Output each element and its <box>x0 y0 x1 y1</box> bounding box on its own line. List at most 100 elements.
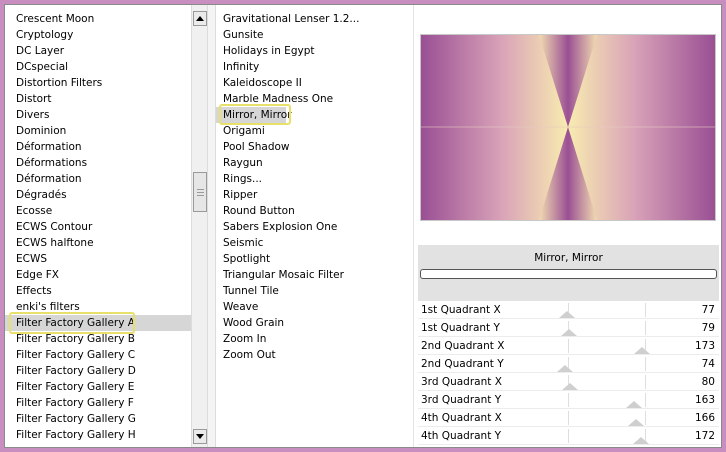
parameter-row: 3rd Quadrant Y 163 <box>418 391 719 409</box>
slider-tick <box>645 357 646 371</box>
filter-item[interactable]: Tunnel Tile <box>216 283 279 299</box>
category-item[interactable]: ECWS <box>5 251 191 267</box>
filter-item[interactable]: Holidays in Egypt <box>216 43 314 59</box>
scroll-down-arrow-icon <box>196 434 204 439</box>
slider-thumb[interactable] <box>625 401 642 408</box>
filter-item[interactable]: Spotlight <box>216 251 270 267</box>
filter-item[interactable]: Rings... <box>216 171 262 187</box>
category-item[interactable]: Filter Factory Gallery F <box>5 395 191 411</box>
category-list[interactable]: Crescent Moon Cryptology DC Layer DCspecial… <box>5 5 191 447</box>
parameter-value[interactable]: 77 <box>702 302 715 318</box>
filter-item[interactable]: Ripper <box>216 187 257 203</box>
slider-tick <box>568 411 569 425</box>
parameter-value[interactable]: 166 <box>695 410 715 426</box>
category-item[interactable]: Filter Factory Gallery H <box>5 427 191 443</box>
filter-list[interactable]: Gravitational Lenser 1.2... Gunsite Holida… <box>216 5 413 447</box>
slider-thumb[interactable] <box>561 329 578 336</box>
category-item[interactable]: ECWS halftone <box>5 235 191 251</box>
parameter-sliders: 1st Quadrant X 77 1st Quadrant Y 79 2nd Quad… <box>418 301 719 445</box>
parameter-row: 4th Quadrant Y 172 <box>418 427 719 445</box>
category-item[interactable]: enki's filters <box>5 299 191 315</box>
parameter-value[interactable]: 163 <box>695 392 715 408</box>
filter-item[interactable]: Wood Grain <box>216 315 284 331</box>
parameter-label: 1st Quadrant X <box>421 304 501 316</box>
category-item[interactable]: Filter Factory Gallery D <box>5 363 191 379</box>
parameter-value[interactable]: 74 <box>702 356 715 372</box>
category-item[interactable]: Effects <box>5 283 191 299</box>
category-item[interactable]: Dégradés <box>5 187 191 203</box>
category-item[interactable]: Filter Factory Gallery G <box>5 411 191 427</box>
parameter-value[interactable]: 80 <box>702 374 715 390</box>
category-item[interactable]: ECWS Contour <box>5 219 191 235</box>
category-item[interactable]: Déformation <box>5 139 191 155</box>
parameter-label: 4th Quadrant X <box>421 412 502 424</box>
parameter-label: 2nd Quadrant Y <box>421 358 504 370</box>
parameter-value[interactable]: 173 <box>695 338 715 354</box>
pane-splitter[interactable] <box>208 5 216 447</box>
category-item[interactable]: DCspecial <box>5 59 191 75</box>
divider <box>413 5 414 447</box>
scroll-down-button[interactable] <box>193 429 207 444</box>
filter-item[interactable]: Triangular Mosaic Filter <box>216 267 344 283</box>
parameter-row: 1st Quadrant X 77 <box>418 301 719 319</box>
parameter-label: 4th Quadrant Y <box>421 430 502 442</box>
slider-tick <box>568 393 569 407</box>
category-item[interactable]: Cryptology <box>5 27 191 43</box>
category-item[interactable]: Crescent Moon <box>5 11 191 27</box>
category-item[interactable]: DC Layer <box>5 43 191 59</box>
category-item[interactable]: Déformation <box>5 171 191 187</box>
slider-thumb[interactable] <box>632 437 649 444</box>
filter-item[interactable]: Gravitational Lenser 1.2... <box>216 11 359 27</box>
filter-item[interactable]: Mirror, Mirror <box>216 107 292 123</box>
filter-item[interactable]: Raygun <box>216 155 263 171</box>
filter-item[interactable]: Origami <box>216 123 265 139</box>
slider-tick <box>568 429 569 443</box>
parameter-label: 3rd Quadrant Y <box>421 394 502 406</box>
filter-dialog: Crescent Moon Cryptology DC Layer DCspecial… <box>4 4 722 448</box>
parameter-value[interactable]: 172 <box>695 428 715 444</box>
scroll-thumb[interactable] <box>193 172 207 212</box>
category-item[interactable]: Edge FX <box>5 267 191 283</box>
filter-item[interactable]: Seismic <box>216 235 263 251</box>
category-item[interactable]: Divers <box>5 107 191 123</box>
filter-item[interactable]: Gunsite <box>216 27 263 43</box>
slider-tick <box>645 375 646 389</box>
parameter-row: 2nd Quadrant X 173 <box>418 337 719 355</box>
parameter-value[interactable]: 79 <box>702 320 715 336</box>
parameter-label: 2nd Quadrant X <box>421 340 505 352</box>
slider-tick <box>645 321 646 335</box>
filter-item[interactable]: Round Button <box>216 203 295 219</box>
parameter-row: 1st Quadrant Y 79 <box>418 319 719 337</box>
category-item[interactable]: Déformations <box>5 155 191 171</box>
filter-settings-panel: Mirror, Mirror 1st Quadrant X 77 1st Quadr… <box>418 5 721 447</box>
parameter-label: 1st Quadrant Y <box>421 322 500 334</box>
filter-item[interactable]: Sabers Explosion One <box>216 219 337 235</box>
slider-thumb[interactable] <box>559 311 576 318</box>
category-item[interactable]: Filter Factory Gallery A <box>5 315 191 331</box>
slider-tick <box>645 303 646 317</box>
filter-item[interactable]: Kaleidoscope II <box>216 75 302 91</box>
category-item[interactable]: Ecosse <box>5 203 191 219</box>
filter-preview <box>420 34 716 221</box>
category-item[interactable]: Filter Factory Gallery C <box>5 347 191 363</box>
slider-thumb[interactable] <box>633 347 650 354</box>
filter-item[interactable]: Pool Shadow <box>216 139 290 155</box>
category-item[interactable]: Distort <box>5 91 191 107</box>
parameter-label: 3rd Quadrant X <box>421 376 502 388</box>
slider-thumb[interactable] <box>561 383 578 390</box>
filter-item[interactable]: Marble Madness One <box>216 91 333 107</box>
slider-thumb[interactable] <box>557 365 574 372</box>
category-item[interactable]: Distortion Filters <box>5 75 191 91</box>
filter-item[interactable]: Zoom In <box>216 331 266 347</box>
filter-title: Mirror, Mirror <box>534 252 603 264</box>
progress-bar <box>420 269 717 279</box>
category-item[interactable]: Filter Factory Gallery E <box>5 379 191 395</box>
category-item[interactable]: Dominion <box>5 123 191 139</box>
filter-item[interactable]: Zoom Out <box>216 347 276 363</box>
category-item[interactable]: Filter Factory Gallery B <box>5 331 191 347</box>
filter-item[interactable]: Weave <box>216 299 258 315</box>
filter-item[interactable]: Infinity <box>216 59 259 75</box>
scroll-up-button[interactable] <box>193 11 207 26</box>
slider-thumb[interactable] <box>628 419 645 426</box>
category-scrollbar[interactable] <box>191 5 208 447</box>
